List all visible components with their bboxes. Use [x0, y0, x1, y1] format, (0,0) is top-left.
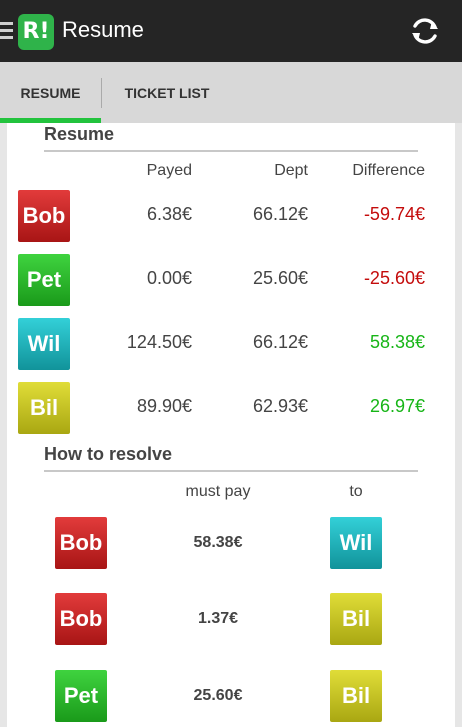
payer-avatar-bob[interactable]: Bob: [55, 593, 107, 645]
dept-value: 25.60€: [252, 268, 308, 288]
menu-icon[interactable]: [0, 22, 13, 40]
payed-value: 124.50€: [126, 332, 192, 352]
payment-amount: 58.38€: [193, 534, 243, 551]
payer-avatar-bob[interactable]: Bob: [55, 517, 107, 569]
column-header-difference: Difference: [352, 162, 425, 179]
tab-bar: RESUME TICKET LIST: [0, 62, 462, 123]
avatar-bil[interactable]: Bil: [18, 382, 70, 434]
difference-value: -25.60€: [363, 268, 425, 288]
section-divider: [44, 470, 418, 472]
payed-value: 6.38€: [146, 204, 192, 224]
tab-ticket-list[interactable]: TICKET LIST: [102, 62, 232, 123]
refresh-icon[interactable]: [408, 14, 442, 48]
app-title: Resume: [62, 17, 144, 42]
column-header-payed: Payed: [146, 162, 192, 179]
dept-value: 66.12€: [252, 204, 308, 224]
avatar-bob[interactable]: Bob: [18, 190, 70, 242]
payed-value: 89.90€: [136, 396, 192, 416]
payed-value: 0.00€: [146, 268, 192, 288]
dept-value: 66.12€: [252, 332, 308, 352]
payee-avatar-bil[interactable]: Bil: [330, 593, 382, 645]
dept-value: 62.93€: [252, 396, 308, 416]
payment-amount: 25.60€: [193, 687, 243, 704]
app-logo[interactable]: R!: [18, 14, 54, 50]
column-header-must-pay: must pay: [185, 483, 251, 500]
payee-avatar-wil[interactable]: Wil: [330, 517, 382, 569]
difference-value: -59.74€: [363, 204, 425, 224]
resolve-section-title: How to resolve: [44, 444, 173, 464]
avatar-wil[interactable]: Wil: [18, 318, 70, 370]
payment-amount: 1.37€: [197, 610, 239, 627]
avatar-pet[interactable]: Pet: [18, 254, 70, 306]
difference-value: 26.97€: [369, 396, 425, 416]
section-divider: [44, 150, 418, 152]
app-bar: R! Resume: [0, 0, 462, 62]
difference-value: 58.38€: [369, 332, 425, 352]
payee-avatar-bil[interactable]: Bil: [330, 670, 382, 722]
column-header-to: to: [349, 483, 363, 500]
tab-resume[interactable]: RESUME: [0, 62, 101, 123]
resume-section-title: Resume: [44, 124, 115, 144]
payer-avatar-pet[interactable]: Pet: [55, 670, 107, 722]
column-header-dept: Dept: [274, 162, 308, 179]
